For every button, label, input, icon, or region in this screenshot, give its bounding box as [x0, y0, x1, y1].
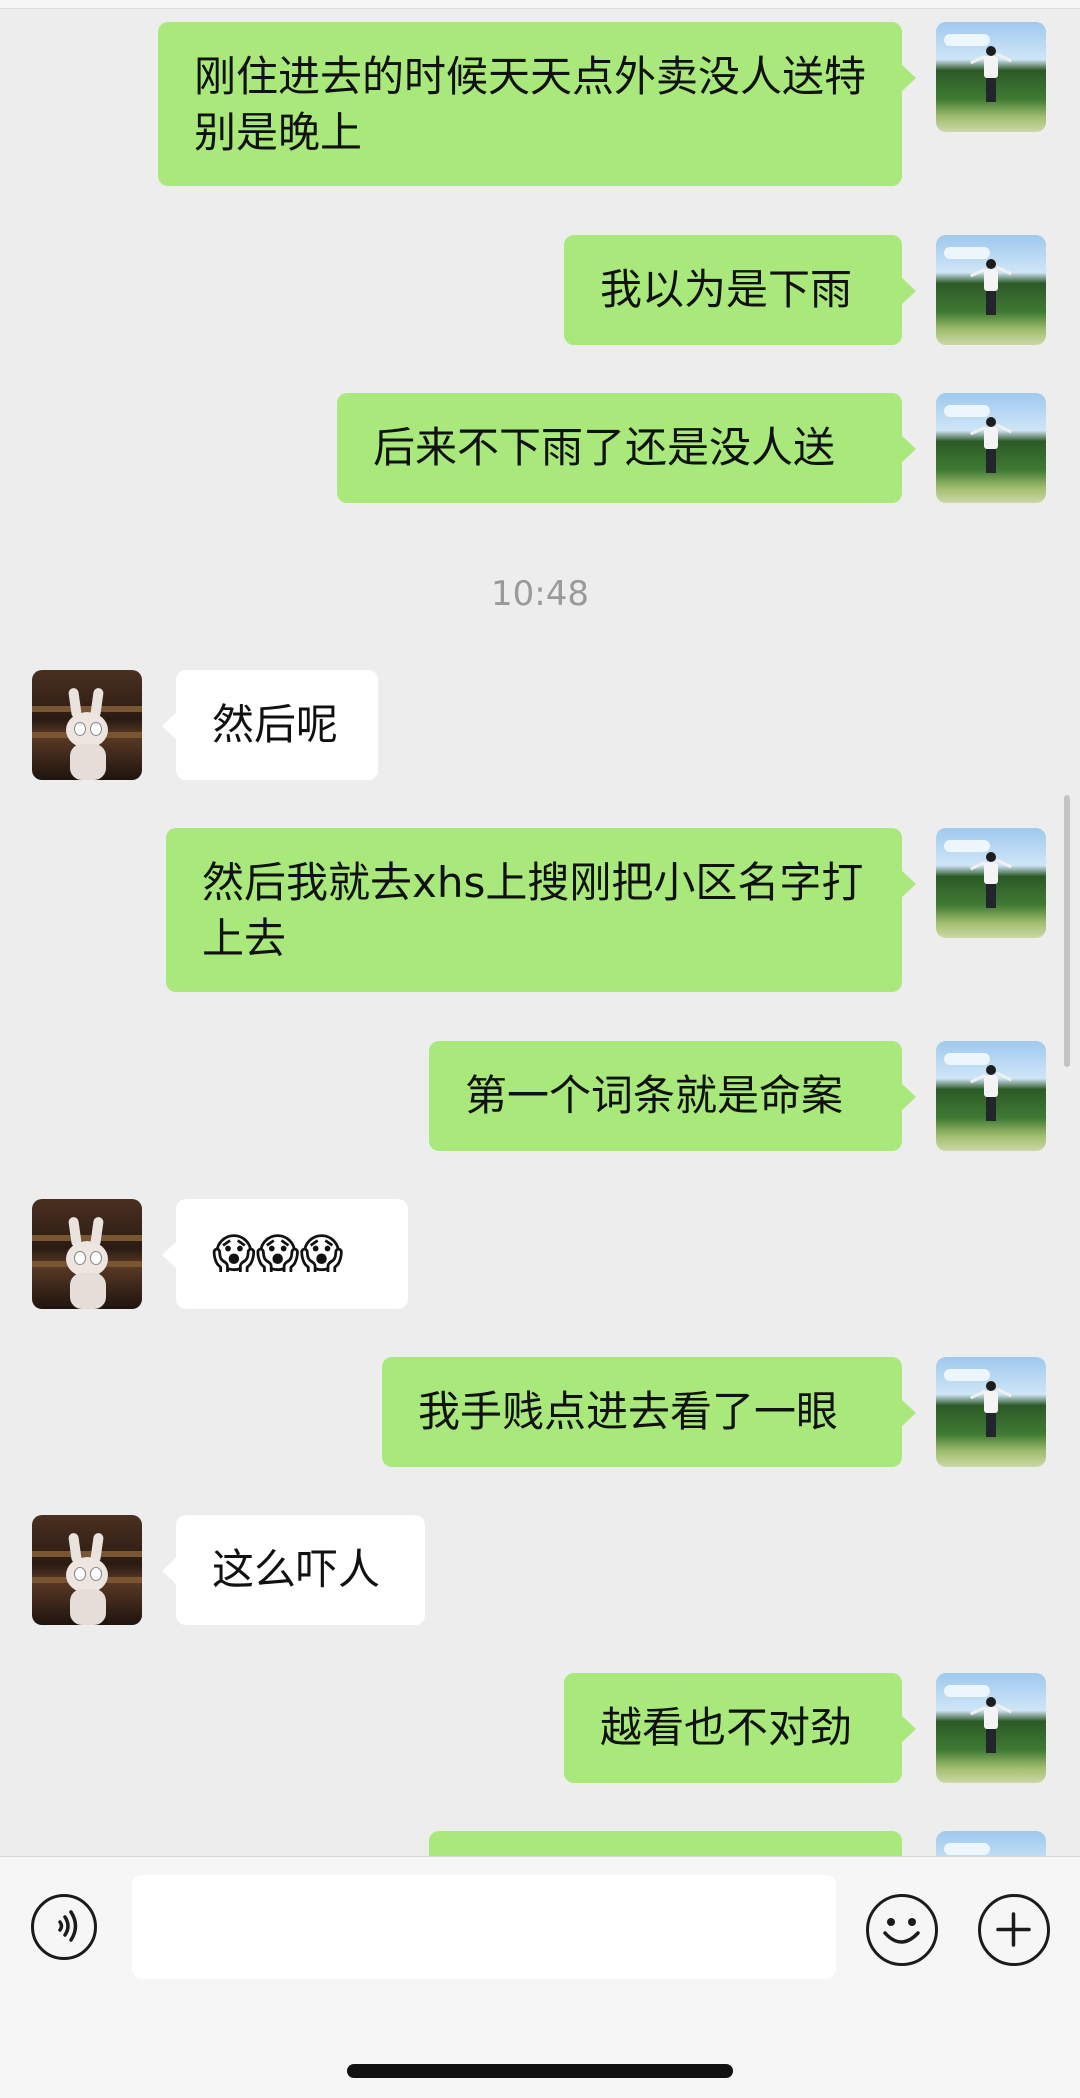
scrollbar[interactable] [1064, 795, 1070, 1067]
contact-avatar[interactable] [32, 1199, 142, 1309]
message-timestamp: 10:48 [491, 574, 589, 614]
my-message-bubble[interactable]: 然后我就去xhs上搜刚把小区名字打上去 [166, 828, 916, 992]
my-message-bubble[interactable]: 我手贱点进去看了一眼 [382, 1357, 916, 1467]
message-text: 刚住进去的时候天天点外卖没人送特别是晚上 [194, 52, 867, 157]
contact-avatar[interactable] [32, 1515, 142, 1625]
contact-message-bubble[interactable]: 然后呢 [162, 670, 378, 780]
message-text: 我手贱点进去看了一眼 [418, 1387, 839, 1436]
voice-icon [58, 1910, 78, 1942]
contact-message-bubble[interactable]: 这么吓人 [162, 1515, 425, 1625]
chat-message-list[interactable]: 刚住进去的时候天天点外卖没人送特别是晚上 我以为是下雨 后来不下雨了还是没人送 … [0, 0, 1080, 1856]
my-message-bubble[interactable]: 后来不下雨了还是没人送 [337, 393, 916, 503]
my-message-bubble-partial[interactable] [429, 1831, 902, 1856]
plus-icon [996, 1912, 1031, 1947]
message-text: 然后呢 [212, 700, 339, 749]
message-text: 这么吓人 [212, 1545, 381, 1594]
my-avatar[interactable] [936, 235, 1046, 345]
my-message-bubble[interactable]: 越看也不对劲 [564, 1673, 916, 1783]
my-avatar[interactable] [936, 1673, 1046, 1783]
emoji-button[interactable] [866, 1894, 938, 1966]
contact-avatar[interactable] [32, 670, 142, 780]
emoji-message-text: 😱😱😱 [212, 1229, 344, 1278]
my-avatar[interactable] [936, 1831, 1046, 1856]
plus-button[interactable] [978, 1894, 1050, 1966]
message-input[interactable] [132, 1875, 836, 1979]
my-avatar[interactable] [936, 1357, 1046, 1467]
my-avatar[interactable] [936, 393, 1046, 503]
my-avatar[interactable] [936, 22, 1046, 132]
my-avatar[interactable] [936, 1041, 1046, 1151]
my-message-bubble[interactable]: 刚住进去的时候天天点外卖没人送特别是晚上 [158, 22, 916, 186]
message-text: 越看也不对劲 [600, 1703, 853, 1752]
message-text: 后来不下雨了还是没人送 [373, 423, 836, 472]
voice-button[interactable] [31, 1894, 97, 1960]
my-message-bubble[interactable]: 我以为是下雨 [564, 235, 916, 345]
my-avatar[interactable] [936, 828, 1046, 938]
home-indicator[interactable] [347, 2064, 733, 2078]
message-text: 第一个词条就是命案 [465, 1071, 844, 1120]
my-message-bubble[interactable]: 第一个词条就是命案 [429, 1041, 916, 1151]
message-text: 然后我就去xhs上搜刚把小区名字打上去 [202, 858, 864, 963]
message-text: 我以为是下雨 [600, 265, 853, 314]
input-bar [0, 1856, 1080, 2098]
contact-message-bubble[interactable]: 😱😱😱 [162, 1199, 408, 1309]
emoji-icon [883, 1918, 920, 1944]
